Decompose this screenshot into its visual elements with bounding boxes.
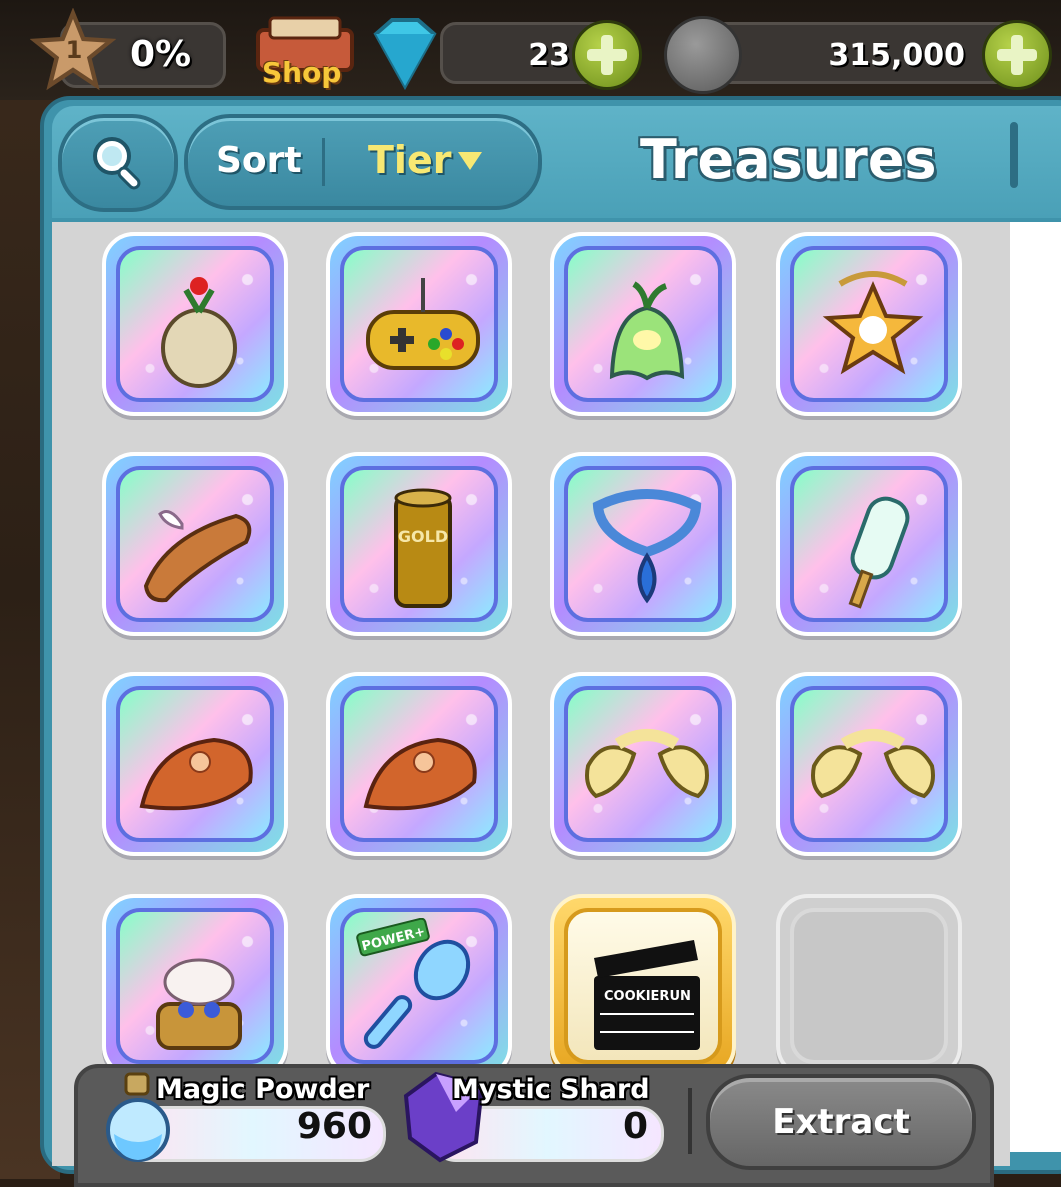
extract-label: Extract xyxy=(772,1102,910,1142)
level-number: 1 xyxy=(65,36,83,64)
magic-powder-label: Magic Powder xyxy=(156,1074,370,1105)
treasure-card[interactable] xyxy=(102,452,288,636)
coin-icon xyxy=(664,16,742,94)
treasure-card[interactable] xyxy=(550,452,736,636)
coin-count: 315,000 xyxy=(828,38,965,73)
clapperboard-icon: COOKIERUN xyxy=(594,940,700,1050)
cream-ornament-icon xyxy=(811,729,935,799)
treasure-card[interactable] xyxy=(776,232,962,416)
treasure-card[interactable] xyxy=(102,232,288,416)
treasure-card[interactable]: POWER+ xyxy=(326,894,512,1078)
treasure-card[interactable] xyxy=(326,232,512,416)
star-pendant-icon xyxy=(822,271,924,375)
sort-label: Sort xyxy=(216,140,302,181)
treasure-card[interactable] xyxy=(776,452,962,636)
side-panel xyxy=(1010,222,1061,1152)
treasure-card[interactable] xyxy=(550,672,736,856)
add-coins-button[interactable] xyxy=(982,20,1052,90)
mystic-shard-value: 0 xyxy=(622,1106,648,1147)
treasure-card[interactable] xyxy=(102,672,288,856)
mandrake-root-icon xyxy=(161,277,237,388)
header-divider xyxy=(1010,122,1018,188)
sort-divider xyxy=(322,138,325,186)
search-icon xyxy=(93,137,141,190)
search-button[interactable] xyxy=(58,114,178,212)
empty-treasure-slot[interactable] xyxy=(776,894,962,1078)
mystic-shard-label: Mystic Shard xyxy=(452,1074,650,1105)
level-progress: 0% xyxy=(130,34,192,75)
treasure-card[interactable] xyxy=(776,672,962,856)
rainbow-bell-flower-icon xyxy=(609,281,685,381)
can-text: GOLD xyxy=(398,527,448,546)
cream-ornament-icon xyxy=(585,729,709,799)
gold-can-icon: GOLD xyxy=(394,488,452,608)
gold-game-controller-icon xyxy=(366,278,480,370)
shop-label[interactable]: Shop xyxy=(262,56,341,89)
sort-dropdown[interactable]: Sort Tier xyxy=(184,114,542,210)
gem-count: 23 xyxy=(528,38,570,73)
sort-value: Tier xyxy=(368,138,452,182)
magic-powder-value: 960 xyxy=(296,1106,372,1147)
top-resource-bar: 1 0% Shop 23 315,000 xyxy=(0,0,1061,100)
treasure-card[interactable] xyxy=(102,894,288,1078)
rose-hat-icon xyxy=(139,737,253,811)
treasure-card[interactable] xyxy=(550,232,736,416)
dropdown-arrow-icon xyxy=(458,152,482,170)
unicorn-music-box-icon xyxy=(156,958,242,1050)
crystal-spoon-icon: POWER+ xyxy=(356,918,471,1049)
add-gems-button[interactable] xyxy=(572,20,642,90)
treasure-card[interactable] xyxy=(326,672,512,856)
water-drop-necklace-icon xyxy=(592,489,702,604)
clapper-text: COOKIERUN xyxy=(604,989,691,1004)
extract-button[interactable]: Extract xyxy=(706,1074,976,1170)
gem-icon xyxy=(373,18,437,91)
treasure-card[interactable]: GOLD xyxy=(326,452,512,636)
treasure-card[interactable]: COOKIERUN xyxy=(550,894,736,1078)
page-title: Treasures xyxy=(640,128,937,191)
popsicle-icon xyxy=(848,496,910,609)
winged-bread-icon xyxy=(143,510,252,603)
bottom-divider xyxy=(688,1088,692,1154)
rose-hat-icon xyxy=(363,737,477,811)
